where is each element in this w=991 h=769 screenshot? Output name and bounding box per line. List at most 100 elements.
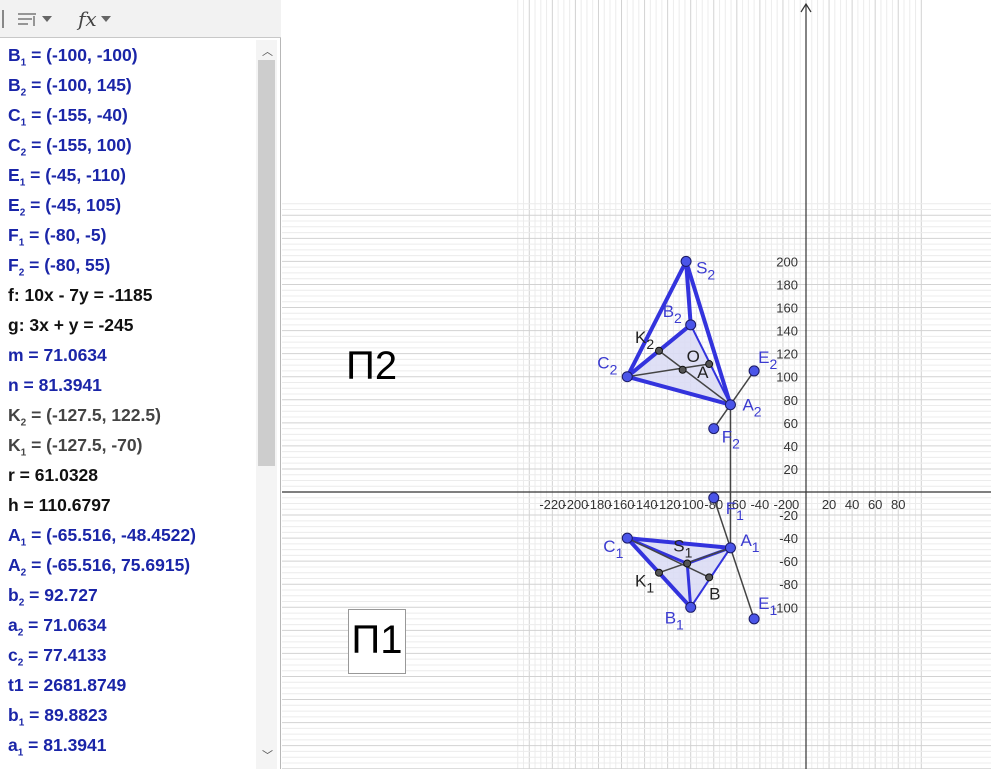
- algebra-row-name: h = 110.6797: [8, 495, 111, 515]
- algebra-row[interactable]: F1 = (-80, -5): [0, 220, 256, 250]
- algebra-row-name: m = 71.0634: [8, 345, 107, 365]
- point-label-letter: C: [603, 537, 615, 556]
- algebra-row-name: A: [8, 525, 21, 545]
- point-label-subscript: 2: [707, 266, 715, 282]
- point-label: A: [697, 363, 709, 382]
- x-tick-label: 60: [868, 497, 882, 512]
- algebra-row-name: K: [8, 405, 21, 425]
- algebra-row[interactable]: c2 = 77.4133: [0, 640, 256, 670]
- algebra-scrollbar[interactable]: ︿ ﹀: [256, 40, 277, 769]
- algebra-row-value: = (-127.5, 122.5): [26, 405, 161, 425]
- point-b1: [685, 601, 697, 613]
- point-label: A1: [740, 531, 759, 555]
- point-label-subscript: 1: [676, 616, 684, 632]
- algebra-row[interactable]: C2 = (-155, 100): [0, 130, 256, 160]
- algebra-row[interactable]: E1 = (-45, -110): [0, 160, 256, 190]
- point-label-subscript: 1: [736, 507, 744, 523]
- algebra-row[interactable]: B2 = (-100, 145): [0, 70, 256, 100]
- algebra-row-name: F: [8, 255, 19, 275]
- algebra-row-value: = (-155, 100): [26, 135, 132, 155]
- algebra-row-value: = (-155, -40): [26, 105, 128, 125]
- algebra-row[interactable]: C1 = (-155, -40): [0, 100, 256, 130]
- algebra-row-name: b: [8, 585, 19, 605]
- algebra-row[interactable]: n = 81.3941: [0, 370, 256, 400]
- algebra-row-value: = 77.4133: [23, 645, 107, 665]
- algebra-row[interactable]: t1 = 2681.8749: [0, 670, 256, 700]
- point-label-subscript: 2: [610, 362, 618, 378]
- y-tick-label: -20: [779, 508, 798, 523]
- y-tick-label: 180: [776, 277, 798, 292]
- algebra-row[interactable]: K1 = (-127.5, -70): [0, 430, 256, 460]
- point-label-letter: A: [740, 531, 752, 550]
- algebra-row[interactable]: F2 = (-80, 55): [0, 250, 256, 280]
- y-tick-label: -80: [779, 577, 798, 592]
- y-tick-label: 40: [784, 439, 798, 454]
- point-e1: [748, 613, 760, 625]
- algebra-row-name: E: [8, 165, 20, 185]
- x-tick-label: 20: [822, 497, 836, 512]
- point-b2: [685, 319, 697, 331]
- point-label: C1: [603, 537, 623, 561]
- hamburger-icon: [2, 10, 8, 28]
- x-tick-label: -100: [678, 497, 704, 512]
- point-label-letter: B: [709, 584, 720, 603]
- algebra-row[interactable]: B1 = (-100, -100): [0, 40, 256, 70]
- menu-button[interactable]: [2, 8, 8, 30]
- point-label-letter: S: [696, 258, 707, 277]
- scroll-up-icon[interactable]: ︿: [262, 43, 273, 59]
- algebra-row-name: c: [8, 765, 18, 769]
- algebra-row-value: = (-80, 55): [24, 255, 111, 275]
- algebra-row[interactable]: a1 = 81.3941: [0, 730, 256, 760]
- point-label-letter: A: [742, 396, 754, 415]
- y-tick-label: 140: [776, 324, 798, 339]
- input-help-button[interactable]: fx: [78, 7, 111, 31]
- algebra-row[interactable]: E2 = (-45, 105): [0, 190, 256, 220]
- algebra-row[interactable]: K2 = (-127.5, 122.5): [0, 400, 256, 430]
- algebra-row-value: = 92.727: [24, 585, 98, 605]
- point-e2: [748, 365, 760, 377]
- point-label-subscript: 2: [674, 310, 682, 326]
- algebra-row[interactable]: c1 = 62.0188: [0, 760, 256, 769]
- point-label-subscript: 1: [685, 544, 693, 560]
- algebra-row-name: C: [8, 105, 21, 125]
- scroll-thumb[interactable]: [258, 60, 275, 466]
- point-label-subscript: 1: [752, 539, 760, 555]
- scroll-down-icon[interactable]: ﹀: [262, 747, 273, 763]
- algebra-row[interactable]: f: 10x - 7y = -1185: [0, 280, 256, 310]
- point-label-subscript: 1: [616, 545, 624, 561]
- y-tick-label: 100: [776, 370, 798, 385]
- point-s1: [683, 559, 692, 568]
- point-label: B: [709, 584, 720, 603]
- algebra-row[interactable]: a2 = 71.0634: [0, 610, 256, 640]
- algebra-row[interactable]: g: 3x + y = -245: [0, 310, 256, 340]
- x-tick-label: 80: [891, 497, 905, 512]
- point-a2: [724, 399, 736, 411]
- point-label-letter: A: [697, 363, 709, 382]
- algebra-row-name: f: 10x - 7y = -1185: [8, 285, 153, 305]
- algebra-row[interactable]: A2 = (-65.516, 75.6915): [0, 550, 256, 580]
- point-s2: [680, 255, 692, 267]
- sort-icon: [18, 13, 36, 26]
- algebra-row-value: = (-45, 105): [25, 195, 122, 215]
- point-label-subscript: 2: [769, 356, 777, 372]
- point-label: E2: [758, 348, 777, 372]
- algebra-row[interactable]: b1 = 89.8823: [0, 700, 256, 730]
- algebra-row-name: K: [8, 435, 21, 455]
- algebra-row[interactable]: h = 110.6797: [0, 490, 256, 520]
- algebra-row[interactable]: A1 = (-65.516, -48.4522): [0, 520, 256, 550]
- point-label: C2: [597, 354, 617, 378]
- point-k1: [654, 568, 663, 577]
- point-label-letter: E: [758, 348, 769, 367]
- point-label-letter: F: [722, 428, 732, 447]
- algebra-row-value: = 81.3941: [23, 735, 107, 755]
- point-c1: [621, 532, 633, 544]
- algebra-row[interactable]: m = 71.0634: [0, 340, 256, 370]
- algebra-toolbar: fx: [0, 0, 281, 38]
- point-f1: [708, 492, 720, 504]
- algebra-row[interactable]: r = 61.0328: [0, 460, 256, 490]
- algebra-row-name: r = 61.0328: [8, 465, 99, 485]
- y-tick-label: 80: [784, 393, 798, 408]
- y-tick-label: 160: [776, 301, 798, 316]
- sort-button[interactable]: [16, 8, 52, 30]
- algebra-row[interactable]: b2 = 92.727: [0, 580, 256, 610]
